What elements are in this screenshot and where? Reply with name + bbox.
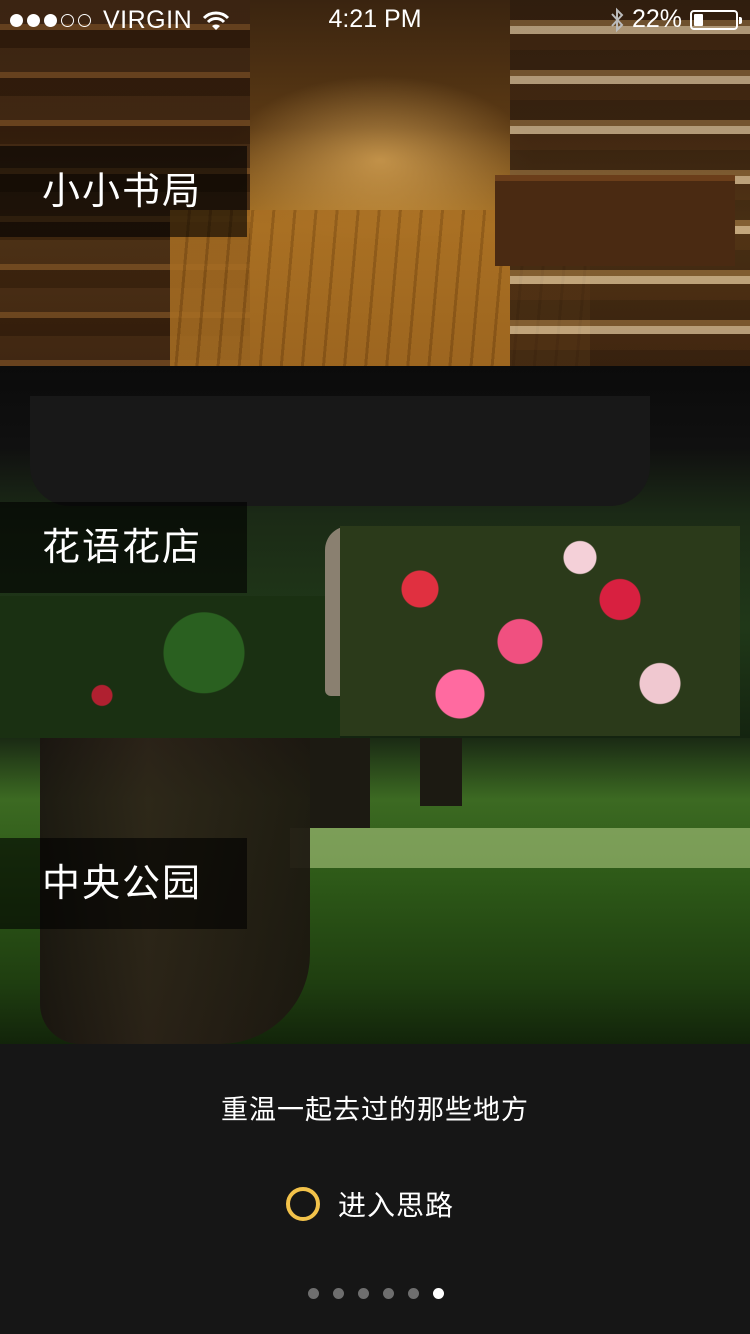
tree-trunk xyxy=(420,738,462,806)
page-dot-active[interactable] xyxy=(433,1288,444,1299)
sunlit-lawn xyxy=(290,828,750,868)
potted-plants xyxy=(0,596,340,738)
page-dot[interactable] xyxy=(408,1288,419,1299)
place-label-bookstore[interactable]: 小小书局 xyxy=(0,146,247,237)
place-label-flower-shop[interactable]: 花语花店 xyxy=(0,502,247,593)
battery-nub xyxy=(739,16,742,24)
page-indicator[interactable] xyxy=(308,1288,458,1299)
shop-awning xyxy=(30,396,650,506)
page-dot[interactable] xyxy=(308,1288,319,1299)
status-bar: VIRGIN 4:21 PM 22% xyxy=(0,0,750,40)
page-dot[interactable] xyxy=(358,1288,369,1299)
page-dot[interactable] xyxy=(383,1288,394,1299)
flower-display xyxy=(340,526,740,736)
ring-icon xyxy=(286,1187,320,1221)
book-desk xyxy=(495,175,735,266)
battery-fill xyxy=(694,13,703,26)
page-dot[interactable] xyxy=(333,1288,344,1299)
bluetooth-icon xyxy=(611,7,624,32)
place-label-park[interactable]: 中央公园 xyxy=(0,838,247,929)
status-right: 22% xyxy=(610,5,742,34)
tagline: 重温一起去过的那些地方 xyxy=(221,1095,529,1126)
battery-percent: 22% xyxy=(631,5,682,33)
enter-button[interactable]: 进入思路 xyxy=(286,1184,454,1224)
battery-icon xyxy=(690,9,742,30)
tree-trunk xyxy=(310,738,370,828)
enter-label: 进入思路 xyxy=(338,1189,455,1222)
